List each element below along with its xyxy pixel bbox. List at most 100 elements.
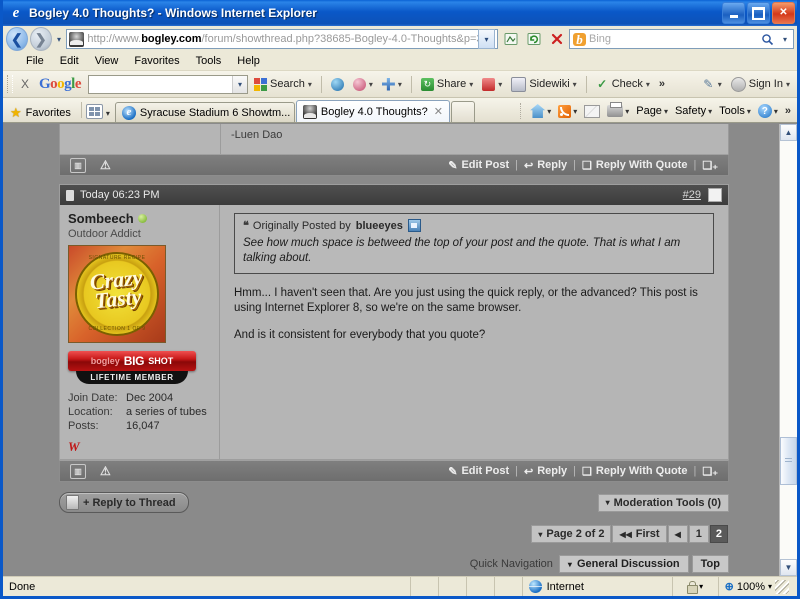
google-bookmarks-button[interactable]: ▾ xyxy=(350,77,376,92)
menu-file[interactable]: File xyxy=(19,54,51,68)
vertical-scrollbar[interactable]: ▲ ▼ xyxy=(779,124,797,576)
maximize-button[interactable] xyxy=(747,2,770,24)
google-translate-button[interactable] xyxy=(328,77,347,92)
chevron-down-icon[interactable]: ▾ xyxy=(573,80,577,89)
google-signin-button[interactable]: Sign In ▾ xyxy=(728,76,793,93)
new-tab-button[interactable] xyxy=(450,101,475,122)
page-1-button[interactable]: 1 xyxy=(688,525,709,543)
zoom-control[interactable]: ⊕ 100% ▾ xyxy=(719,577,797,596)
menu-view[interactable]: View xyxy=(88,54,126,68)
minimize-button[interactable] xyxy=(722,2,745,24)
go-to-top-button[interactable]: Top xyxy=(691,555,729,573)
quick-navigation-select[interactable]: ▾ General Discussion xyxy=(558,555,689,573)
google-more-button[interactable]: ▾ xyxy=(379,77,405,92)
google-search-button[interactable]: Search ▾ xyxy=(251,77,315,92)
address-dropdown-caret[interactable]: ▾ xyxy=(478,29,495,49)
chevron-down-icon[interactable]: ▾ xyxy=(369,80,373,89)
view-post-icon[interactable] xyxy=(407,219,421,232)
reply-link[interactable]: ↩ Reply xyxy=(524,159,567,172)
chevron-down-icon[interactable]: ▾ xyxy=(786,80,790,89)
chevron-down-icon[interactable]: ▾ xyxy=(547,107,551,116)
google-sidewiki-button[interactable]: Sidewiki ▾ xyxy=(508,76,579,93)
google-toolbar-overflow[interactable]: » xyxy=(656,78,668,90)
edit-post-link[interactable]: ✎ Edit Post xyxy=(448,159,509,172)
scroll-up-button[interactable]: ▲ xyxy=(780,124,797,141)
google-share-button[interactable]: ↻ Share ▾ xyxy=(418,77,476,92)
prev-page-button[interactable]: ◀ xyxy=(667,525,688,543)
reply-link[interactable]: ↩ Reply xyxy=(524,465,567,478)
chevron-down-icon[interactable]: ▾ xyxy=(498,80,502,89)
page-menu[interactable]: Page ▾ xyxy=(633,104,671,118)
post-number-link[interactable]: #29 xyxy=(683,189,701,201)
chevron-down-icon[interactable]: ▾ xyxy=(708,107,712,116)
home-button[interactable]: ▾ xyxy=(527,103,554,119)
tab-bogley[interactable]: Bogley 4.0 Thoughts? ✕ xyxy=(295,100,450,122)
multiquote-icon[interactable]: ▥ xyxy=(70,157,86,173)
google-search-input[interactable]: ▾ xyxy=(88,74,249,94)
favorites-button[interactable]: ★ Favorites xyxy=(6,106,77,122)
chevron-down-icon[interactable]: ▾ xyxy=(646,80,650,89)
google-search-caret[interactable]: ▾ xyxy=(232,75,248,93)
google-settings-button[interactable]: ✎ ▾ xyxy=(699,77,725,92)
chevron-down-icon[interactable]: ▾ xyxy=(308,80,312,89)
recent-pages-caret[interactable]: ▾ xyxy=(54,35,65,44)
chevron-down-icon[interactable]: ▾ xyxy=(398,80,402,89)
reply-to-thread-button[interactable]: + Reply to Thread xyxy=(59,492,189,513)
page-2-button[interactable]: 2 xyxy=(709,525,728,543)
close-button[interactable]: ✕ xyxy=(772,2,795,24)
search-dropdown-caret[interactable]: ▾ xyxy=(780,35,790,44)
reply-with-quote-link[interactable]: ❑ Reply With Quote xyxy=(582,159,687,172)
post-select-checkbox[interactable] xyxy=(708,188,722,202)
google-toolbar-close[interactable]: X xyxy=(18,77,32,91)
report-post-icon[interactable]: ⚠ xyxy=(100,464,111,478)
mail-button[interactable] xyxy=(581,104,603,119)
close-icon[interactable]: ✕ xyxy=(434,105,443,118)
chevron-down-icon[interactable]: ▾ xyxy=(469,80,473,89)
multi-quote-plus-icon[interactable]: ❑₊ xyxy=(702,465,718,478)
menu-tools[interactable]: Tools xyxy=(189,54,229,68)
compatibility-view-icon[interactable] xyxy=(500,29,521,50)
chevron-down-icon[interactable]: ▾ xyxy=(573,107,577,116)
security-zone[interactable]: Internet xyxy=(523,577,673,596)
safety-menu[interactable]: Safety ▾ xyxy=(672,104,715,118)
chevron-down-icon[interactable]: ▾ xyxy=(774,107,778,116)
stop-button[interactable] xyxy=(546,29,567,50)
chevron-down-icon[interactable]: ▾ xyxy=(718,80,722,89)
reply-with-quote-link[interactable]: ❑ Reply With Quote xyxy=(582,465,687,478)
chevron-down-icon[interactable]: ▾ xyxy=(625,107,629,116)
command-bar-overflow[interactable]: » xyxy=(782,105,794,117)
page-selector[interactable]: ▾ Page 2 of 2 xyxy=(531,525,612,543)
toolbar-grip[interactable] xyxy=(7,75,13,93)
tab-list-caret[interactable]: ▾ xyxy=(103,109,115,122)
back-button[interactable]: ❮ xyxy=(6,27,28,51)
chevron-down-icon[interactable]: ▾ xyxy=(747,107,751,116)
resize-grip[interactable] xyxy=(775,579,789,594)
forward-button[interactable]: ❯ xyxy=(29,27,52,51)
search-input[interactable]: b Bing ▾ xyxy=(569,29,794,49)
help-button[interactable]: ? ▾ xyxy=(755,103,781,119)
scrollbar-track[interactable] xyxy=(780,141,797,559)
avatar[interactable]: SIGNATURE RECIPE Crazy Tasty COLLECTION … xyxy=(68,245,166,343)
address-input[interactable]: http://www.bogley.com/forum/showthread.p… xyxy=(66,29,498,49)
search-go-icon[interactable] xyxy=(757,33,777,46)
refresh-button[interactable] xyxy=(523,29,544,50)
report-post-icon[interactable]: ⚠ xyxy=(100,158,111,172)
first-page-button[interactable]: ◀◀ First xyxy=(612,525,667,543)
scroll-down-button[interactable]: ▼ xyxy=(780,559,797,576)
tab-syracuse[interactable]: e Syracuse Stadium 6 Showtm... xyxy=(114,102,295,122)
scrollbar-thumb[interactable] xyxy=(780,437,797,485)
multiquote-icon[interactable]: ▥ xyxy=(70,463,86,479)
menu-help[interactable]: Help xyxy=(230,54,267,68)
moderation-tools-dropdown[interactable]: ▾ Moderation Tools (0) xyxy=(597,493,729,512)
menu-favorites[interactable]: Favorites xyxy=(127,54,186,68)
menu-edit[interactable]: Edit xyxy=(53,54,86,68)
google-check-button[interactable]: ✓ Check ▾ xyxy=(593,77,653,92)
multi-quote-plus-icon[interactable]: ❑₊ xyxy=(702,159,718,172)
tools-menu[interactable]: Tools ▾ xyxy=(716,104,754,118)
edit-post-link[interactable]: ✎ Edit Post xyxy=(448,465,509,478)
google-blocked-button[interactable]: ▾ xyxy=(479,77,505,92)
quick-tabs-icon[interactable] xyxy=(85,104,103,119)
protected-mode[interactable]: ▾ xyxy=(673,577,719,596)
feeds-button[interactable]: ▾ xyxy=(555,104,580,119)
chevron-down-icon[interactable]: ▾ xyxy=(699,582,703,591)
